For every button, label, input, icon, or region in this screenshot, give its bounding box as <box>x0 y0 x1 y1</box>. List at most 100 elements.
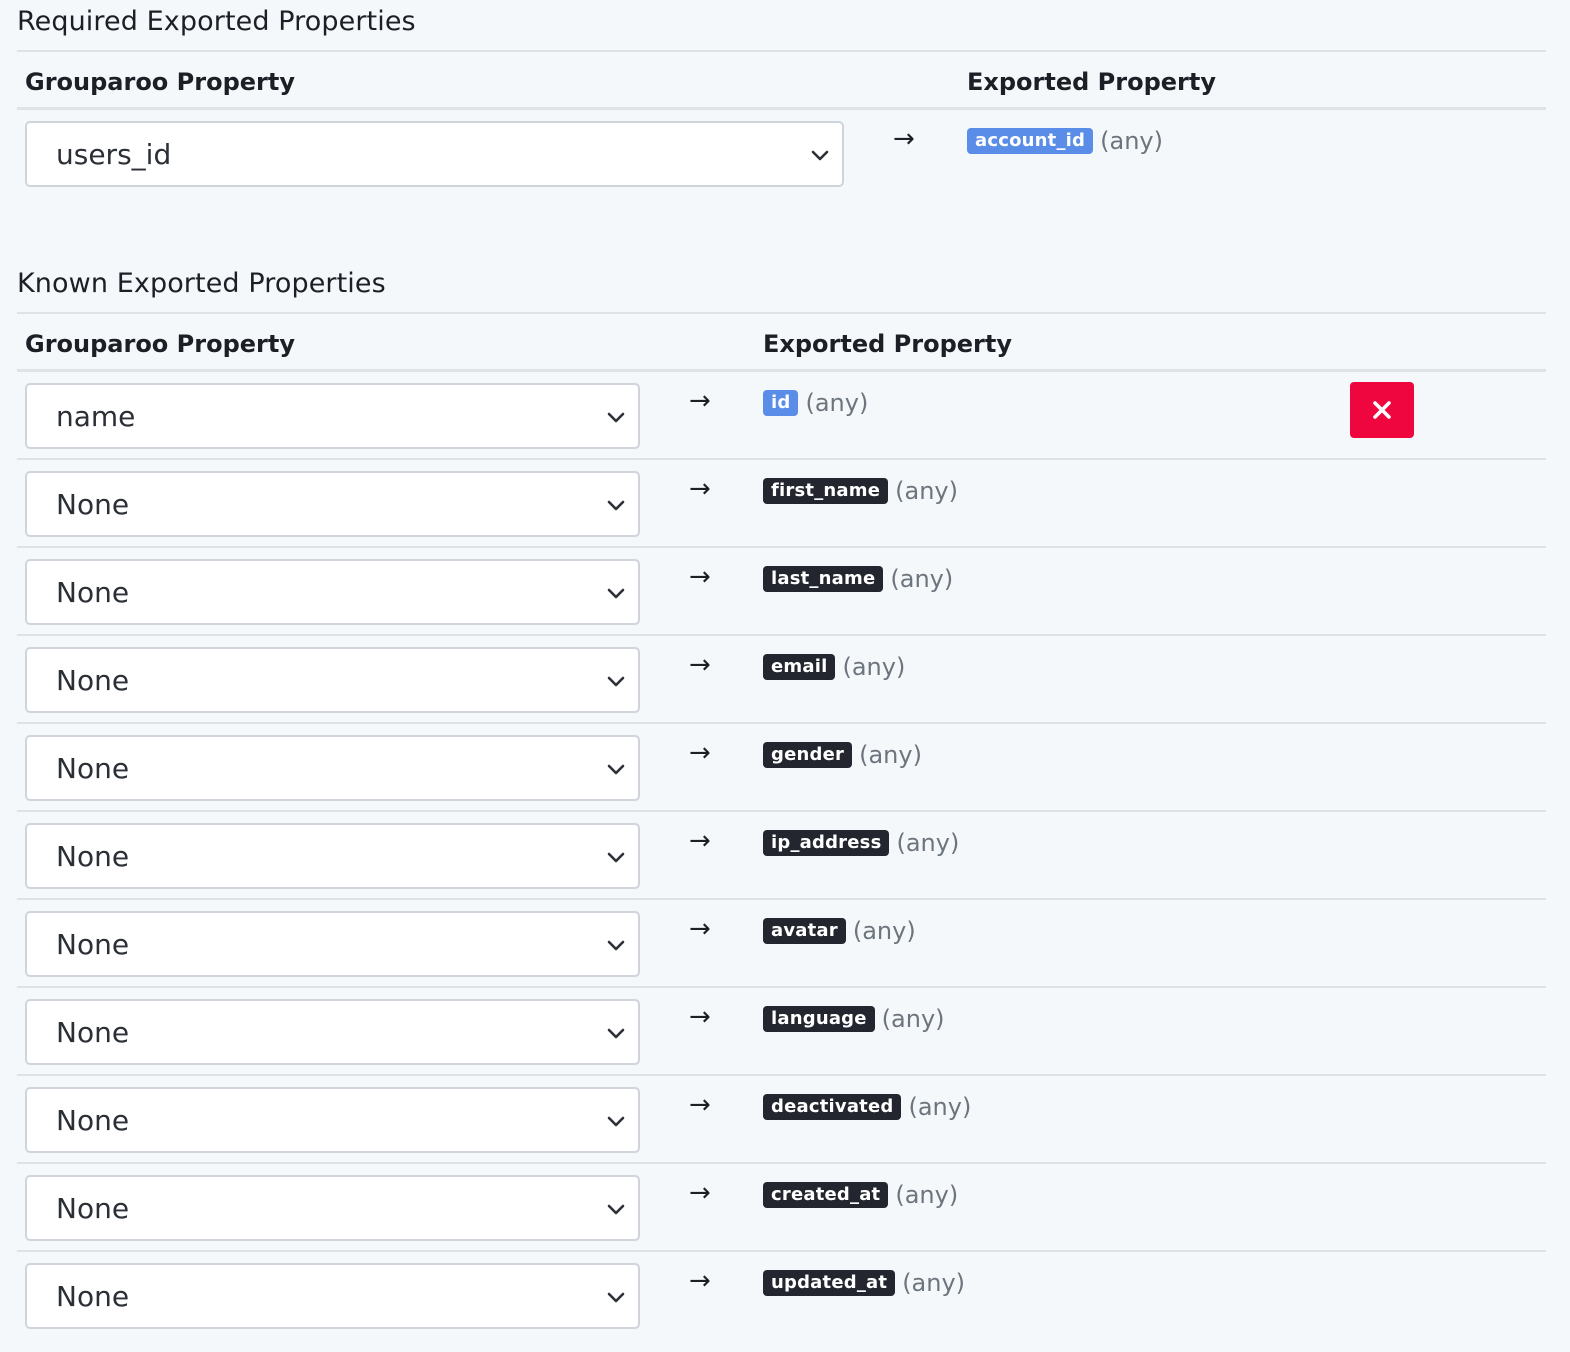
grouparoo-property-select[interactable]: None <box>25 823 640 889</box>
exported-property: ip_address (any) <box>763 830 959 856</box>
property-type: (any) <box>842 653 906 681</box>
arrow-icon: → <box>689 738 711 768</box>
table-row: None → deactivated (any) <box>17 1076 1546 1164</box>
known-properties-list: name → id (any) None → first_name (any) … <box>17 372 1546 1340</box>
exported-property: avatar (any) <box>763 918 916 944</box>
table-row: None → ip_address (any) <box>17 812 1546 900</box>
column-header-exported-property: Exported Property <box>763 330 1012 358</box>
grouparoo-property-select[interactable]: name <box>25 383 640 449</box>
grouparoo-property-select[interactable]: None <box>25 735 640 801</box>
arrow-icon: → <box>689 1002 711 1032</box>
chevron-down-icon <box>811 150 829 161</box>
select-value: None <box>56 664 130 697</box>
select-value: users_id <box>56 138 172 171</box>
grouparoo-property-select[interactable]: None <box>25 647 640 713</box>
grouparoo-property-select[interactable]: None <box>25 999 640 1065</box>
grouparoo-property-select[interactable]: None <box>25 559 640 625</box>
grouparoo-property-select[interactable]: None <box>25 1087 640 1153</box>
section-title-known: Known Exported Properties <box>17 262 1546 314</box>
known-properties-section: Known Exported Properties Grouparoo Prop… <box>17 262 1546 1340</box>
column-header-grouparoo-property: Grouparoo Property <box>25 68 295 96</box>
exported-property: updated_at (any) <box>763 1270 965 1296</box>
property-type: (any) <box>1100 127 1163 155</box>
required-table-header: Grouparoo Property Exported Property <box>17 52 1546 110</box>
chevron-down-icon <box>607 1116 625 1127</box>
select-value: None <box>56 1192 130 1225</box>
known-table-header: Grouparoo Property Exported Property <box>17 314 1546 372</box>
arrow-icon: → <box>689 826 711 856</box>
arrow-icon: → <box>689 386 711 416</box>
exported-property: first_name (any) <box>763 478 958 504</box>
property-type: (any) <box>896 829 960 857</box>
table-row: None → gender (any) <box>17 724 1546 812</box>
property-type: (any) <box>890 565 954 593</box>
property-badge: gender <box>763 742 853 768</box>
table-row: None → avatar (any) <box>17 900 1546 988</box>
property-badge: account_id <box>967 128 1094 154</box>
grouparoo-property-select[interactable]: None <box>25 1263 640 1329</box>
table-row: None → updated_at (any) <box>17 1252 1546 1340</box>
exported-property: last_name (any) <box>763 566 953 592</box>
table-row: None → created_at (any) <box>17 1164 1546 1252</box>
section-title-required: Required Exported Properties <box>17 0 1546 52</box>
chevron-down-icon <box>607 412 625 423</box>
column-header-exported-property: Exported Property <box>967 68 1216 96</box>
exported-property: language (any) <box>763 1006 945 1032</box>
exported-property: id (any) <box>763 390 868 416</box>
property-badge: id <box>763 390 799 416</box>
required-properties-section: Required Exported Properties Grouparoo P… <box>17 0 1546 198</box>
select-value: None <box>56 1016 130 1049</box>
select-value: None <box>56 1104 130 1137</box>
select-value: None <box>56 1280 130 1313</box>
table-row: None → last_name (any) <box>17 548 1546 636</box>
arrow-icon: → <box>689 562 711 592</box>
arrow-icon: → <box>689 1090 711 1120</box>
chevron-down-icon <box>607 852 625 863</box>
select-value: None <box>56 840 130 873</box>
grouparoo-property-select[interactable]: None <box>25 471 640 537</box>
chevron-down-icon <box>607 588 625 599</box>
exported-property: gender (any) <box>763 742 922 768</box>
property-type: (any) <box>902 1269 966 1297</box>
select-value: None <box>56 576 130 609</box>
chevron-down-icon <box>607 940 625 951</box>
property-badge: ip_address <box>763 830 890 856</box>
table-row: None → first_name (any) <box>17 460 1546 548</box>
table-row: None → language (any) <box>17 988 1546 1076</box>
property-badge: deactivated <box>763 1094 902 1120</box>
property-badge: email <box>763 654 836 680</box>
chevron-down-icon <box>607 764 625 775</box>
property-badge: language <box>763 1006 875 1032</box>
arrow-icon: → <box>689 1178 711 1208</box>
chevron-down-icon <box>607 500 625 511</box>
select-value: None <box>56 928 130 961</box>
grouparoo-property-select[interactable]: None <box>25 911 640 977</box>
property-type: (any) <box>805 389 869 417</box>
select-value: name <box>56 400 136 433</box>
property-badge: first_name <box>763 478 889 504</box>
arrow-icon: → <box>689 914 711 944</box>
exported-property: email (any) <box>763 654 905 680</box>
table-row: users_id → account_id (any) <box>17 110 1546 198</box>
chevron-down-icon <box>607 1204 625 1215</box>
chevron-down-icon <box>607 1292 625 1303</box>
grouparoo-property-select[interactable]: users_id <box>25 121 844 187</box>
property-badge: avatar <box>763 918 846 944</box>
remove-mapping-button[interactable] <box>1350 382 1414 438</box>
exported-property: deactivated (any) <box>763 1094 971 1120</box>
property-type: (any) <box>881 1005 945 1033</box>
property-type: (any) <box>908 1093 972 1121</box>
exported-property: account_id (any) <box>967 128 1163 154</box>
property-badge: last_name <box>763 566 884 592</box>
chevron-down-icon <box>607 676 625 687</box>
property-type: (any) <box>895 1181 959 1209</box>
table-row: None → email (any) <box>17 636 1546 724</box>
column-header-grouparoo-property: Grouparoo Property <box>25 330 295 358</box>
arrow-icon: → <box>689 1266 711 1296</box>
table-row: name → id (any) <box>17 372 1546 460</box>
grouparoo-property-select[interactable]: None <box>25 1175 640 1241</box>
property-type: (any) <box>895 477 958 505</box>
chevron-down-icon <box>607 1028 625 1039</box>
select-value: None <box>56 488 130 521</box>
property-badge: updated_at <box>763 1270 896 1296</box>
